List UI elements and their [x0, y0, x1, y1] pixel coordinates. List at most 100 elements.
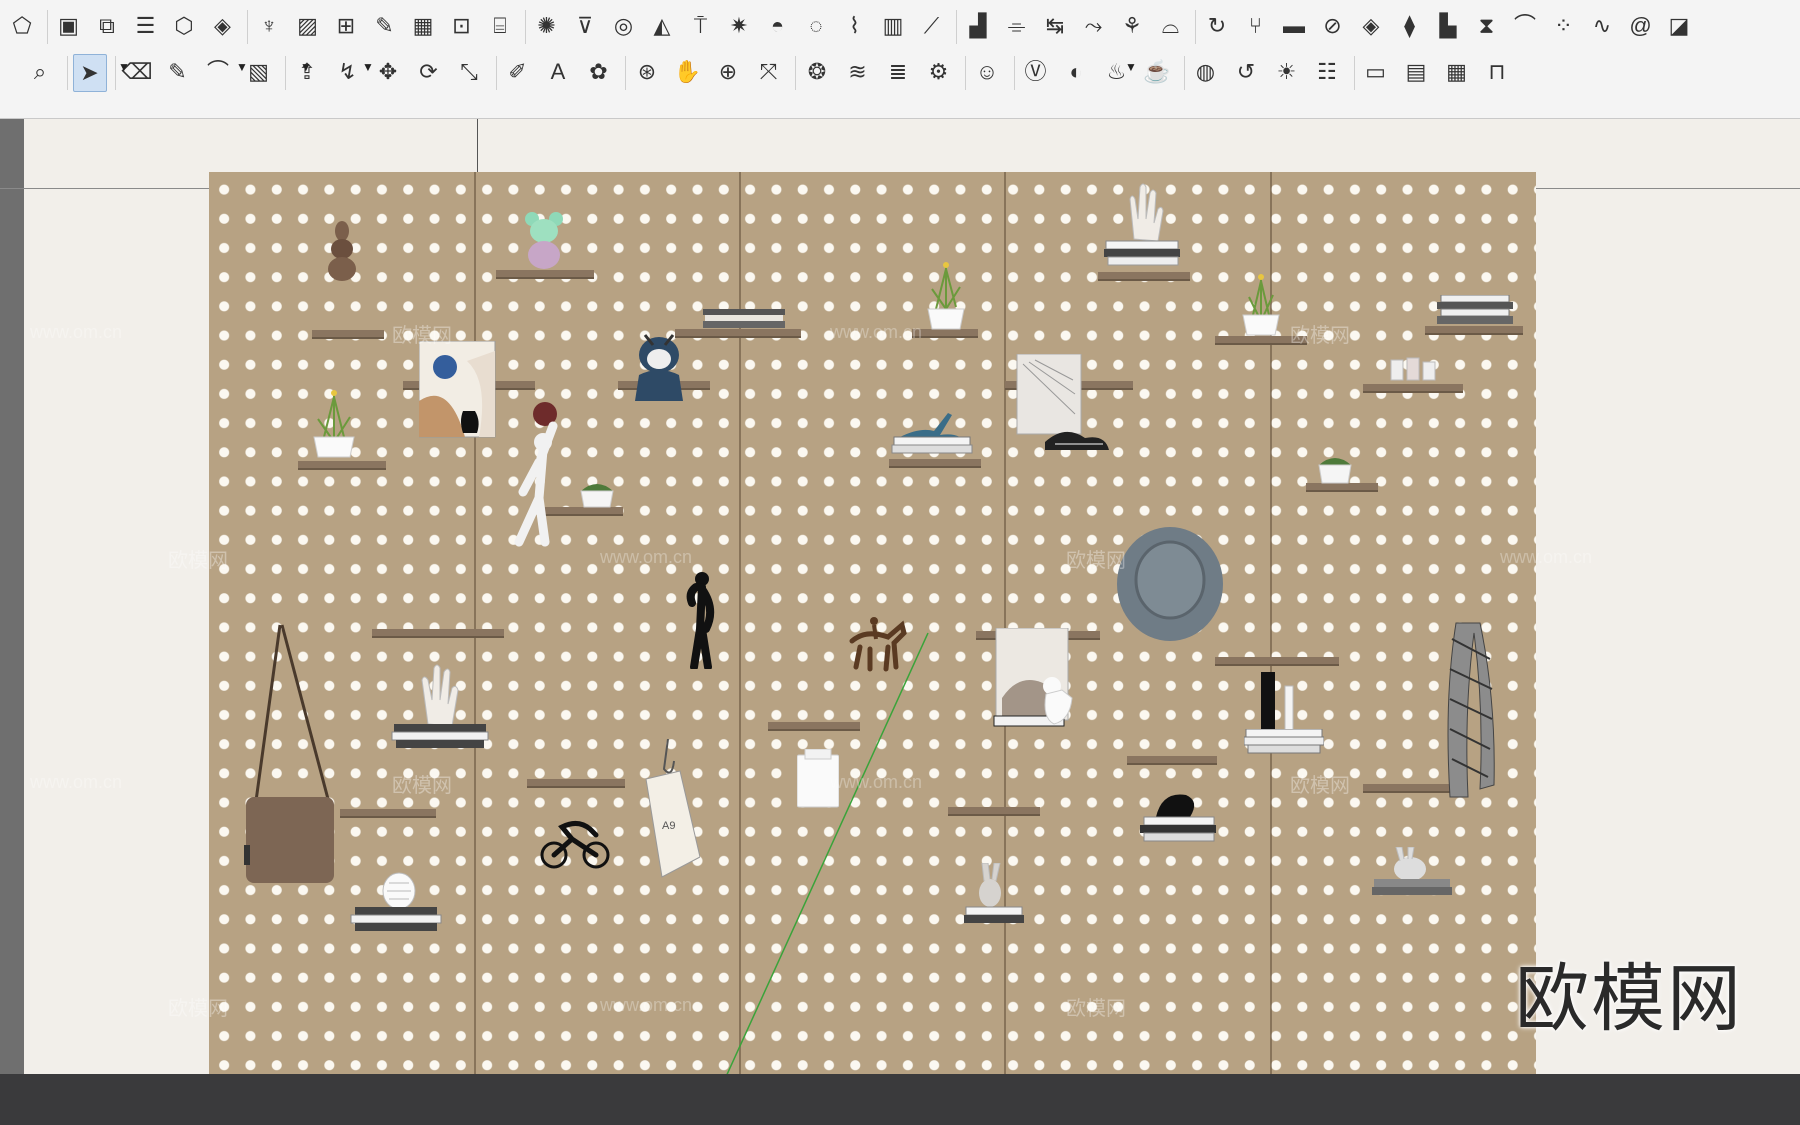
model-info-button[interactable]: ⚙ [923, 54, 955, 90]
vray-button[interactable]: Ⓥ [1020, 54, 1052, 90]
light-gen-button[interactable]: ☀ [1271, 54, 1303, 90]
model-viewport[interactable]: A9 欧模网 www.om.cn 欧模网 www.om.cn 欧模网 www.o… [0, 119, 1800, 1125]
material-button[interactable]: ❂ [801, 54, 833, 90]
arc-dropdown[interactable]: ▼ [300, 60, 312, 74]
pencil-button[interactable]: ✎ [162, 54, 194, 90]
pan-button[interactable]: ✋ [672, 54, 704, 90]
window-image-icon: ▦ [1446, 59, 1467, 84]
user-button[interactable]: ☺ [971, 54, 1003, 90]
frame-buffer-button[interactable]: ◍ [1190, 54, 1222, 90]
rotate-button[interactable]: ⟳ [413, 54, 445, 90]
measure-icon: ↹ [1045, 13, 1065, 38]
spiral-button[interactable]: @ [1625, 8, 1657, 44]
teapot-render-button[interactable]: ☕ [1141, 54, 1173, 90]
edit-button[interactable]: ✎ [369, 8, 401, 44]
measure-button[interactable]: ↹ [1039, 8, 1071, 44]
component-box-button[interactable]: ⬡ [168, 8, 200, 44]
sphere-button[interactable]: ◌ [800, 8, 832, 44]
light-list-button[interactable]: ☷ [1311, 54, 1343, 90]
text-button[interactable]: A [542, 54, 574, 90]
move-icon: ✥ [378, 59, 398, 84]
dome-button[interactable]: ◓ [762, 8, 794, 44]
toolbar-separator [247, 10, 248, 44]
window-image-button[interactable]: ▦ [1441, 54, 1473, 90]
component-button[interactable]: ⧉ [91, 8, 123, 44]
circle-button[interactable]: ◎ [608, 8, 640, 44]
stairs-button[interactable]: ⌇ [839, 8, 871, 44]
column-button[interactable]: ▥ [877, 8, 909, 44]
shape-button[interactable]: ⬠ [6, 8, 38, 44]
user-icon: ☺ [975, 59, 999, 84]
tape-icon: ✐ [508, 59, 527, 84]
window-button[interactable]: ▭ [1360, 54, 1392, 90]
dots-button[interactable]: ⁘ [1548, 8, 1580, 44]
orbit-button[interactable]: ⊛ [631, 54, 663, 90]
paint-button[interactable]: ✿ [583, 54, 615, 90]
arc-button[interactable]: ⌒ [1509, 8, 1541, 44]
arc-tool-button[interactable]: ⌒ [202, 54, 234, 90]
frame-button[interactable]: ⌓ [1155, 8, 1187, 44]
stairs-icon: ⌇ [849, 13, 860, 38]
box-select-button[interactable]: ▣ [53, 8, 85, 44]
hatch-button[interactable]: ≋ [842, 54, 874, 90]
split-button[interactable]: ◪ [1663, 8, 1695, 44]
section-button[interactable]: ⊞ [330, 8, 362, 44]
component-cube-button[interactable]: ◈ [207, 8, 239, 44]
select-dropdown[interactable]: ▼ [118, 60, 130, 74]
grass-button[interactable]: ♆ [253, 8, 285, 44]
scale-button[interactable]: ⤡ [453, 54, 485, 90]
user-dropdown[interactable]: ▼ [1125, 60, 1137, 74]
vray-material-icon: ◐ [1069, 59, 1083, 84]
branch-button[interactable]: ⑂ [1240, 8, 1272, 44]
wave-button[interactable]: ∿ [1586, 8, 1618, 44]
tape-button[interactable]: ✐ [502, 54, 534, 90]
sphere-icon: ◌ [809, 13, 823, 38]
bookend-button[interactable]: ▙ [1432, 8, 1464, 44]
lock-button[interactable]: ⊓ [1481, 54, 1513, 90]
triangle-button[interactable]: ◭ [646, 8, 678, 44]
knot-icon: ⊘ [1323, 13, 1342, 38]
paint-icon: ✿ [589, 59, 608, 84]
select-button[interactable]: ➤ [72, 54, 107, 92]
structure-button[interactable]: ⌸ [484, 8, 516, 44]
stool-icon: ⍑ [693, 13, 708, 38]
ramp-button[interactable]: ⟋ [916, 8, 948, 44]
stack-button[interactable]: ⧫ [1394, 8, 1426, 44]
zoom-extents-button[interactable]: ⤧ [753, 54, 785, 90]
toolbar-separator [46, 10, 48, 44]
follow-me-icon: ↯ [338, 59, 357, 84]
zoom-button[interactable]: ⌕ [24, 54, 56, 90]
follow-me-button[interactable]: ↯ [332, 54, 364, 90]
stack-layers-button[interactable]: ≣ [882, 54, 914, 90]
profile-button[interactable]: ⌯ [1001, 8, 1033, 44]
stool-button[interactable]: ⍑ [685, 8, 717, 44]
bars-button[interactable]: ▟ [962, 8, 994, 44]
light-button[interactable]: ✷ [723, 8, 755, 44]
toolbar-separator [795, 56, 796, 90]
move-button[interactable]: ✥ [372, 54, 404, 90]
watermark-url: www.om.cn [30, 772, 123, 792]
loop-button[interactable]: ↻ [1201, 8, 1233, 44]
vray-material-button[interactable]: ◐ [1060, 54, 1092, 90]
layer-button[interactable]: ☰ [130, 8, 162, 44]
curve-button[interactable]: ⤳ [1078, 8, 1110, 44]
array-button[interactable]: ⊡ [446, 8, 478, 44]
grid-button[interactable]: ▦ [407, 8, 439, 44]
refresh-button[interactable]: ↺ [1230, 54, 1262, 90]
watermark-text: 欧模网 [1066, 119, 1126, 122]
window-render-button[interactable]: ▤ [1400, 54, 1432, 90]
knot-button[interactable]: ⊘ [1317, 8, 1349, 44]
layers-button[interactable]: ◈ [1355, 8, 1387, 44]
tree-button[interactable]: ⚘ [1116, 8, 1148, 44]
panel-button[interactable]: ▬ [1278, 8, 1310, 44]
zoom-window-button[interactable]: ⊕ [712, 54, 744, 90]
scatter-button[interactable]: ⧗ [1471, 8, 1503, 44]
texture-button[interactable]: ▨ [292, 8, 324, 44]
component-cube-icon: ◈ [214, 13, 231, 38]
shading-button[interactable]: ⊽ [569, 8, 601, 44]
layers-icon: ◈ [1362, 13, 1380, 38]
render-button[interactable]: ✺ [531, 8, 563, 44]
pencil-dropdown[interactable]: ▼ [236, 60, 248, 74]
bookend-icon: ▙ [1439, 13, 1457, 38]
rectangle-dropdown[interactable]: ▼ [362, 60, 374, 74]
